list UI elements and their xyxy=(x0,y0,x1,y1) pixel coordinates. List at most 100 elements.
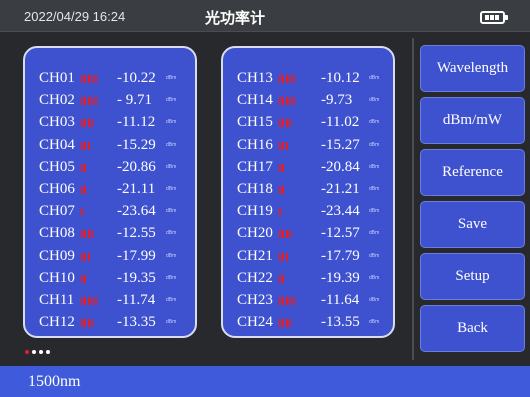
channel-name: CH12 xyxy=(39,314,75,331)
channel-row: CH12 -13.35 dBm xyxy=(25,311,195,333)
divider xyxy=(412,38,414,360)
channel-name: CH06 xyxy=(39,181,75,197)
power-value: -17.79 xyxy=(321,247,360,264)
channel-row: CH01 -10.22 dBm xyxy=(25,67,195,89)
power-value: -13.55 xyxy=(321,314,360,331)
channel-row: CH22 -19.39 dBm xyxy=(223,267,393,289)
power-unit: dBm xyxy=(166,319,177,326)
channel-row: CH11 -11.74 dBm xyxy=(25,289,195,311)
channel-name: CH19 xyxy=(237,203,273,220)
channel-row: CH13 -10.12 dBm xyxy=(223,67,393,89)
page-dot[interactable] xyxy=(46,350,50,354)
channel-name: CH14 xyxy=(237,92,273,109)
power-unit: dBm xyxy=(166,252,177,259)
power-value: -21.21 xyxy=(321,181,360,197)
save-button[interactable]: Save xyxy=(420,201,525,248)
power-value: -10.22 xyxy=(117,70,156,86)
channel-row: CH19 -23.44 dBm xyxy=(223,200,393,222)
channel-row: CH06 -21.11 dBm xyxy=(25,178,195,200)
channel-row: CH05 -20.86 dBm xyxy=(25,156,195,178)
battery-full-icon xyxy=(480,11,508,24)
channel-row: CH15 -11.02 dBm xyxy=(223,111,393,133)
channel-name: CH01 xyxy=(39,70,75,86)
power-value: - 9.71 xyxy=(117,92,152,109)
page-dot[interactable] xyxy=(25,350,29,354)
power-unit: dBm xyxy=(166,230,177,237)
power-unit: dBm xyxy=(369,274,380,281)
power-value: -11.02 xyxy=(321,114,360,131)
power-value: -11.74 xyxy=(117,292,156,308)
channel-name: CH07 xyxy=(39,203,75,220)
power-value: -19.35 xyxy=(117,269,156,286)
channel-name: CH08 xyxy=(39,225,75,242)
app-title: 光功率计 xyxy=(204,9,265,27)
channel-name: CH16 xyxy=(237,136,273,153)
power-unit: dBm xyxy=(166,274,177,281)
power-unit: dBm xyxy=(369,186,380,192)
channel-panel-1-12: CH01 -10.22 dBm CH02- 9.71 dBm CH03 -11.12 dBm C… xyxy=(23,46,197,338)
title-bar: 2022/04/29 16:24 光功率计 xyxy=(0,0,530,32)
power-value: -9.73 xyxy=(321,92,353,109)
wavelength-readout: 1500nm xyxy=(28,373,81,390)
power-value: -12.55 xyxy=(117,225,156,242)
power-meter-screen: 2022/04/29 16:24 光功率计 CH01 -10.22 dBm CH02 -… xyxy=(0,0,530,397)
channel-name: CH22 xyxy=(237,269,273,286)
page-dot[interactable] xyxy=(32,350,36,354)
power-value: -20.86 xyxy=(117,158,156,175)
channel-row: CH02 - 9.71 dBm xyxy=(25,89,195,111)
power-unit: dBm xyxy=(166,75,177,81)
channel-name: CH13 xyxy=(237,70,273,86)
channel-name: CH09 xyxy=(39,247,75,264)
channel-row: CH14 -9.73 dBm xyxy=(223,89,393,111)
channel-row: CH09 -17.99 dBm xyxy=(25,245,195,267)
channel-name: CH21 xyxy=(237,247,273,264)
channel-row: CH16 -15.27 dBm xyxy=(223,134,393,156)
dbm-mw-toggle-button[interactable]: dBm/mW xyxy=(420,97,525,144)
power-unit: dBm xyxy=(369,141,380,148)
back-button[interactable]: Back xyxy=(420,305,525,352)
page-dot[interactable] xyxy=(39,350,43,354)
power-unit: dBm xyxy=(166,208,177,215)
channel-name: CH20 xyxy=(237,225,273,242)
power-value: -15.27 xyxy=(321,136,360,153)
power-unit: dBm xyxy=(369,297,380,303)
channel-name: CH10 xyxy=(39,269,75,286)
power-unit: dBm xyxy=(369,97,380,104)
channel-row: CH07 -23.64 dBm xyxy=(25,200,195,222)
power-value: -23.64 xyxy=(117,203,156,220)
power-value: -13.35 xyxy=(117,314,156,331)
power-value: -11.12 xyxy=(117,114,156,131)
power-value: -20.84 xyxy=(321,158,360,175)
channel-row: CH20 -12.57 dBm xyxy=(223,222,393,244)
channel-name: CH17 xyxy=(237,158,273,175)
channel-row: CH17 -20.84 dBm xyxy=(223,156,393,178)
power-value: -17.99 xyxy=(117,247,156,264)
channel-name: CH15 xyxy=(237,114,273,131)
power-unit: dBm xyxy=(166,119,177,126)
channel-row: CH24 -13.55 dBm xyxy=(223,311,393,333)
channel-row: CH18 -21.21 dBm xyxy=(223,178,393,200)
power-value: -15.29 xyxy=(117,136,156,153)
power-value: -10.12 xyxy=(321,70,360,86)
power-value: -21.11 xyxy=(117,181,156,197)
channel-name: CH11 xyxy=(39,292,75,308)
power-unit: dBm xyxy=(166,186,177,192)
power-unit: dBm xyxy=(369,230,380,237)
setup-button[interactable]: Setup xyxy=(420,253,525,300)
channel-name: CH02 xyxy=(39,92,75,109)
power-unit: dBm xyxy=(369,252,380,259)
channel-name: CH23 xyxy=(237,292,273,308)
channel-row: CH10 -19.35 dBm xyxy=(25,267,195,289)
power-unit: dBm xyxy=(166,163,177,170)
power-unit: dBm xyxy=(166,97,177,104)
power-unit: dBm xyxy=(369,163,380,170)
channel-row: CH03 -11.12 dBm xyxy=(25,111,195,133)
power-unit: dBm xyxy=(166,297,177,303)
power-value: -23.44 xyxy=(321,203,360,220)
reference-button[interactable]: Reference xyxy=(420,149,525,196)
channel-panel-13-24: CH13 -10.12 dBm CH14 -9.73 dBm CH15 -11.02 dBm CH… xyxy=(221,46,395,338)
channel-name: CH05 xyxy=(39,158,75,175)
channel-row: CH23 -11.64 dBm xyxy=(223,289,393,311)
channel-name: CH18 xyxy=(237,181,273,197)
wavelength-button[interactable]: Wavelength xyxy=(420,45,525,92)
